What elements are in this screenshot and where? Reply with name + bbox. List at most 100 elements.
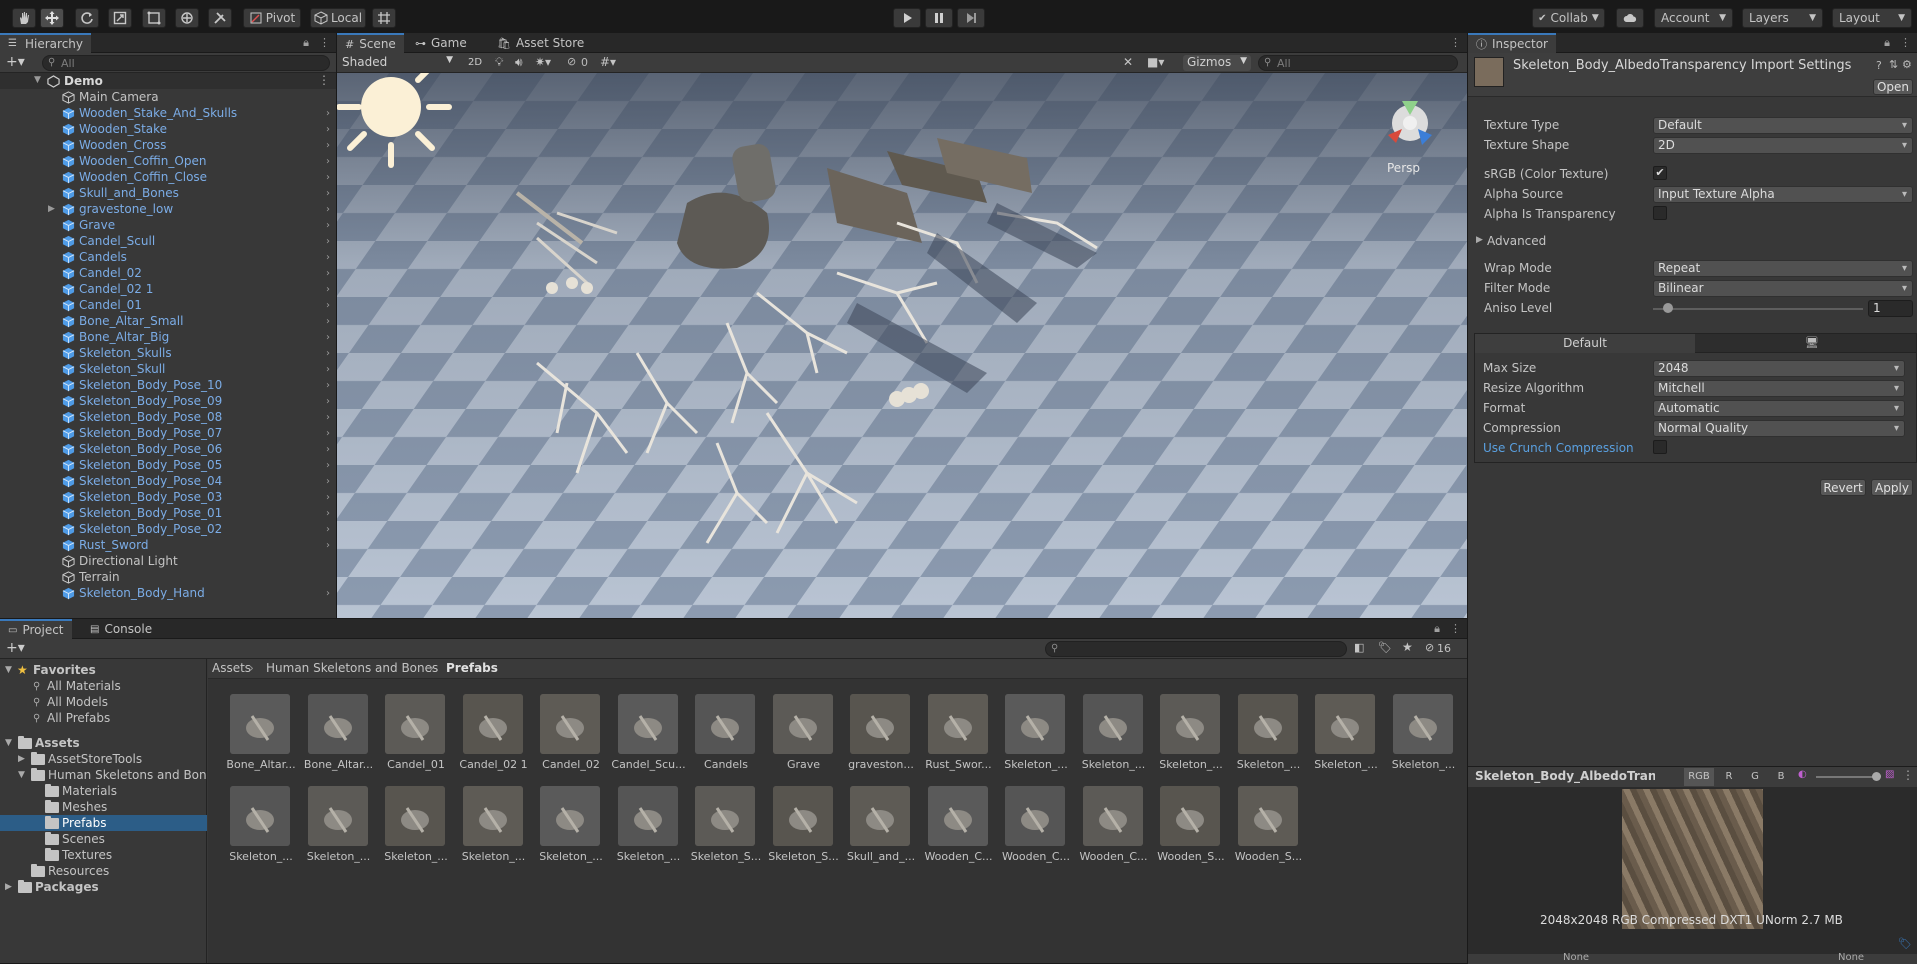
tab-inspector[interactable]: ⓘ Inspector <box>1468 33 1556 53</box>
hierarchy-item[interactable]: Candel_02 › <box>0 265 336 281</box>
tree-item-resources[interactable]: Resources <box>0 863 207 879</box>
asset-tile[interactable]: Skull_and_... <box>843 786 915 866</box>
asset-tile[interactable]: Skeleton_... <box>1153 694 1223 774</box>
hierarchy-item[interactable]: Bone_Altar_Small › <box>0 313 336 329</box>
local-toggle[interactable]: Local <box>310 8 366 28</box>
asset-tile[interactable]: Rust_Swor... <box>921 694 992 774</box>
cloud-button[interactable] <box>1616 8 1644 28</box>
hierarchy-item[interactable]: Skeleton_Body_Pose_05 › <box>0 457 336 473</box>
tree-item-assetstoretools[interactable]: ▶ AssetStoreTools <box>0 751 207 767</box>
asset-tile[interactable]: Wooden_C... <box>1076 786 1148 866</box>
alpha-transparency-checkbox[interactable] <box>1653 206 1667 220</box>
rotate-tool-button[interactable] <box>75 8 99 28</box>
asset-tile[interactable]: Grave <box>766 694 836 774</box>
scene-header-demo[interactable]: ▼ Demo ⋮ <box>0 73 336 89</box>
tree-item-prefabs[interactable]: Prefabs <box>0 815 207 831</box>
open-prefab-arrow-icon[interactable]: › <box>326 508 330 519</box>
collab-dropdown[interactable]: ✔ Collab ▼ <box>1532 8 1605 28</box>
gizmos-dropdown[interactable]: Gizmos ▼ <box>1183 55 1251 71</box>
alpha-channel-icon[interactable]: ◐ <box>1798 769 1807 780</box>
asset-bundle-value[interactable]: None <box>1563 952 1589 963</box>
rect-tool-button[interactable] <box>142 8 166 28</box>
hierarchy-item[interactable]: Skeleton_Body_Pose_06 › <box>0 441 336 457</box>
effects-icon[interactable]: ✷▾ <box>535 55 551 69</box>
play-button[interactable] <box>893 8 921 28</box>
chevron-right-icon[interactable]: ▶ <box>48 204 55 214</box>
open-prefab-arrow-icon[interactable]: › <box>326 588 330 599</box>
revert-button[interactable]: Revert <box>1820 479 1866 496</box>
asset-tile[interactable]: Skeleton_S... <box>766 786 839 866</box>
open-prefab-arrow-icon[interactable]: › <box>326 268 330 279</box>
asset-tile[interactable]: Skeleton_... <box>611 786 681 866</box>
grid-snap-button[interactable] <box>372 8 396 28</box>
hierarchy-item[interactable]: Main Camera <box>0 89 336 105</box>
open-button[interactable]: Open <box>1873 79 1913 95</box>
hierarchy-search-input[interactable]: ⚲ All <box>42 55 330 71</box>
asset-variant-value[interactable]: None <box>1838 952 1864 963</box>
open-prefab-arrow-icon[interactable]: › <box>326 476 330 487</box>
texture-type-dropdown[interactable]: Default <box>1653 117 1913 134</box>
transform-tool-button[interactable] <box>175 8 199 28</box>
tab-asset-store[interactable]: 🛍︎ Asset Store <box>489 33 592 53</box>
open-prefab-arrow-icon[interactable]: › <box>326 540 330 551</box>
hierarchy-item[interactable]: Skeleton_Body_Pose_10 › <box>0 377 336 393</box>
asset-tile[interactable]: graveston... <box>843 694 914 774</box>
asset-tile[interactable]: Skeleton_... <box>1076 694 1146 774</box>
asset-tile[interactable]: Candels <box>688 694 758 774</box>
asset-tile[interactable]: Skeleton_... <box>998 694 1068 774</box>
asset-tile[interactable]: Skeleton_... <box>1386 694 1456 774</box>
open-prefab-arrow-icon[interactable]: › <box>326 460 330 471</box>
account-dropdown[interactable]: Account ▼ <box>1654 8 1733 28</box>
scene-search-input[interactable]: ⚲ All <box>1258 55 1458 71</box>
open-prefab-arrow-icon[interactable]: › <box>326 364 330 375</box>
aniso-value-field[interactable]: 1 <box>1868 300 1913 317</box>
lock-icon[interactable]: 🔒︎ <box>1434 622 1440 636</box>
asset-tile[interactable]: Candel_02 <box>533 694 603 774</box>
hierarchy-item[interactable]: Skeleton_Body_Pose_07 › <box>0 425 336 441</box>
breadcrumb-human-skeletons[interactable]: Human Skeletons and Bones <box>266 661 438 675</box>
hierarchy-item[interactable]: Candel_02 1 › <box>0 281 336 297</box>
format-dropdown[interactable]: Automatic <box>1653 400 1905 417</box>
hierarchy-item[interactable]: Wooden_Coffin_Close › <box>0 169 336 185</box>
audio-icon[interactable]: 🔊︎ <box>515 55 523 70</box>
crunch-compression-checkbox[interactable] <box>1653 440 1667 454</box>
compression-dropdown[interactable]: Normal Quality <box>1653 420 1905 437</box>
asset-tile[interactable]: Skeleton_S... <box>688 786 761 866</box>
open-prefab-arrow-icon[interactable]: › <box>326 492 330 503</box>
step-button[interactable] <box>957 8 985 28</box>
open-prefab-arrow-icon[interactable]: › <box>326 428 330 439</box>
asset-tile[interactable]: Bone_Altar... <box>223 694 296 774</box>
favorites-header[interactable]: ▼ ★ Favorites <box>0 662 207 678</box>
open-prefab-arrow-icon[interactable]: › <box>326 300 330 311</box>
asset-tile[interactable]: Skeleton_... <box>378 786 448 866</box>
asset-tile[interactable]: Skeleton_... <box>1231 694 1301 774</box>
open-prefab-arrow-icon[interactable]: › <box>326 444 330 455</box>
tree-item-materials[interactable]: Materials <box>0 783 207 799</box>
hierarchy-item[interactable]: Wooden_Stake_And_Skulls › <box>0 105 336 121</box>
hierarchy-item[interactable]: Wooden_Cross › <box>0 137 336 153</box>
2d-toggle[interactable]: 2D <box>464 55 486 71</box>
layout-dropdown[interactable]: Layout ▼ <box>1832 8 1912 28</box>
open-prefab-arrow-icon[interactable]: › <box>326 332 330 343</box>
color-swatch-icon[interactable]: ▨ <box>1885 769 1894 780</box>
open-prefab-arrow-icon[interactable]: › <box>326 412 330 423</box>
open-prefab-arrow-icon[interactable]: › <box>326 220 330 231</box>
scale-tool-button[interactable] <box>108 8 132 28</box>
hierarchy-item[interactable]: Rust_Sword › <box>0 537 336 553</box>
hierarchy-item[interactable]: Skeleton_Body_Pose_01 › <box>0 505 336 521</box>
srgb-checkbox[interactable]: ✔ <box>1653 166 1667 180</box>
aniso-slider-track[interactable] <box>1653 308 1863 310</box>
lock-icon[interactable]: 🔒︎ <box>303 36 309 50</box>
channel-rgb-button[interactable]: RGB <box>1684 768 1714 786</box>
asset-tile[interactable]: Candel_Scu... <box>611 694 686 774</box>
hand-tool-button[interactable] <box>12 8 36 28</box>
more-options-icon[interactable]: ⋮ <box>318 73 330 87</box>
asset-tile[interactable]: Wooden_C... <box>921 786 993 866</box>
aniso-slider-thumb[interactable] <box>1663 303 1673 313</box>
shading-mode-dropdown[interactable]: Shaded ▼ <box>339 55 457 71</box>
filter-mode-dropdown[interactable]: Bilinear <box>1653 280 1913 297</box>
breadcrumb-prefabs[interactable]: Prefabs <box>446 661 498 675</box>
scene-viewport[interactable]: Persp <box>337 73 1467 618</box>
open-prefab-arrow-icon[interactable]: › <box>326 156 330 167</box>
favorite-all-materials[interactable]: ⚲ All Materials <box>0 678 207 694</box>
